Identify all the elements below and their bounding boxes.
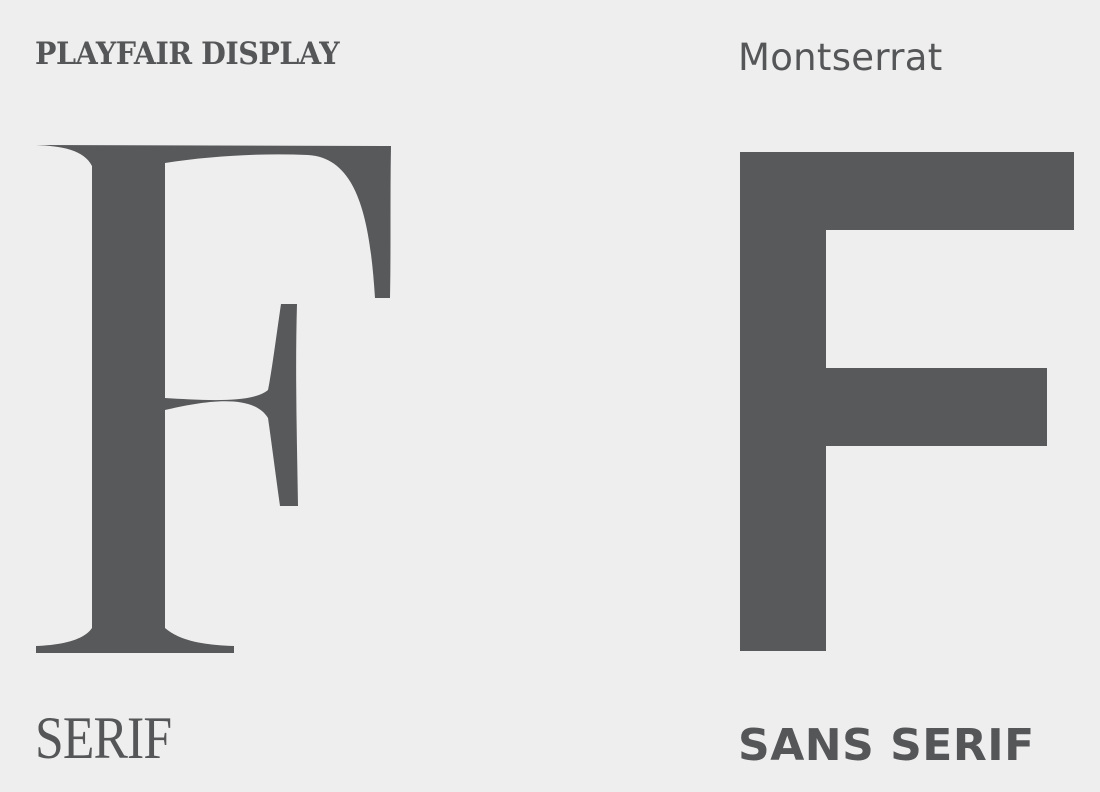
sans-serif-category-label: SANS SERIF <box>738 720 1035 771</box>
serif-specimen-panel: PLAYFAIR DISPLAY F SERIF <box>0 0 550 792</box>
sans-serif-letter-f-glyph: F <box>740 152 1074 651</box>
serif-letter-f-glyph: F <box>36 145 391 653</box>
sans-serif-specimen-panel: Montserrat F SANS SERIF <box>550 0 1100 792</box>
serif-category-label: SERIF <box>35 705 172 771</box>
